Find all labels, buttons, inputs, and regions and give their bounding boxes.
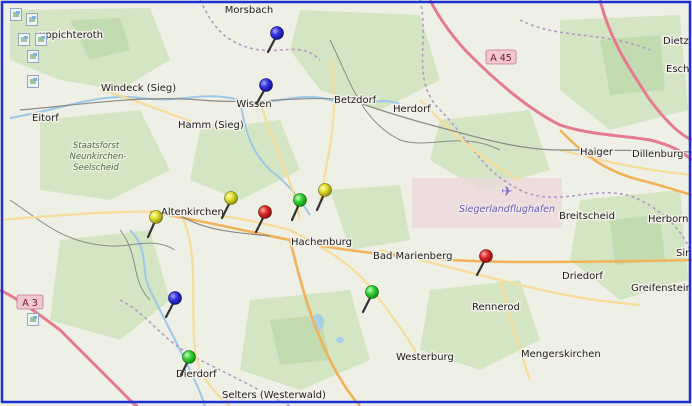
airplane-icon: ✈ <box>501 184 513 200</box>
broken-image-icon <box>27 313 39 326</box>
town-label-breitscheid: Breitscheid <box>559 211 615 222</box>
airport-label: Siegerlandflughafen <box>459 204 555 215</box>
road-shield-a3: A 3 <box>16 294 44 310</box>
town-label-selters: Selters (Westerwald) <box>222 390 326 401</box>
town-label-dillenburg: Dillenburg <box>632 149 684 160</box>
map-canvas[interactable]: Staatsforst Neunkirchen- Seelscheid ✈ Si… <box>0 0 692 406</box>
road-shield-a45: A 45 <box>485 49 517 65</box>
town-label-dietz: Dietz <box>663 36 689 47</box>
town-label-hamm: Hamm (Sieg) <box>178 120 244 131</box>
town-label-westerburg: Westerburg <box>396 352 454 363</box>
map-viewport[interactable]: Staatsforst Neunkirchen- Seelscheid ✈ Si… <box>0 0 692 406</box>
broken-image-icon <box>35 33 47 46</box>
town-label-morsbach: Morsbach <box>225 5 273 16</box>
broken-image-icon <box>10 8 22 21</box>
broken-image-icon <box>18 33 30 46</box>
road-shield-a45-label: A 45 <box>490 53 512 64</box>
town-label-mengerskirchen: Mengerskirchen <box>521 349 601 360</box>
town-label-betzdorf: Betzdorf <box>334 95 377 106</box>
forest-label-line-2: Neunkirchen- <box>70 152 127 162</box>
town-label-wissen: Wissen <box>236 99 271 110</box>
forest-label-line-1: Staatsforst <box>73 141 120 151</box>
forest-label-line-3: Seelscheid <box>73 163 119 173</box>
town-label-hachenburg: Hachenburg <box>291 237 352 248</box>
broken-image-icon <box>27 50 39 63</box>
road-shield-a3-label: A 3 <box>22 298 38 309</box>
airport-area <box>412 178 562 228</box>
broken-image-icon <box>27 75 39 88</box>
town-label-ruppichteroth: uppichteroth <box>39 30 103 41</box>
town-label-herdorf: Herdorf <box>393 104 431 115</box>
town-label-eitorf: Eitorf <box>32 113 59 124</box>
town-label-herborn: Herborn <box>648 214 689 225</box>
town-label-esch: Esch <box>666 64 689 75</box>
town-label-greifenstein: Greifenstein <box>631 283 692 294</box>
forest-label: Staatsforst Neunkirchen- Seelscheid <box>68 140 127 175</box>
town-label-haiger: Haiger <box>580 147 614 158</box>
town-label-driedorf: Driedorf <box>562 271 603 282</box>
town-label-altenkirchen: Altenkirchen <box>161 207 224 218</box>
broken-image-icon <box>26 13 38 26</box>
town-label-windeck: Windeck (Sieg) <box>101 83 176 94</box>
town-label-badmarienberg: Bad Marienberg <box>373 251 452 262</box>
town-label-rennerod: Rennerod <box>472 302 520 313</box>
